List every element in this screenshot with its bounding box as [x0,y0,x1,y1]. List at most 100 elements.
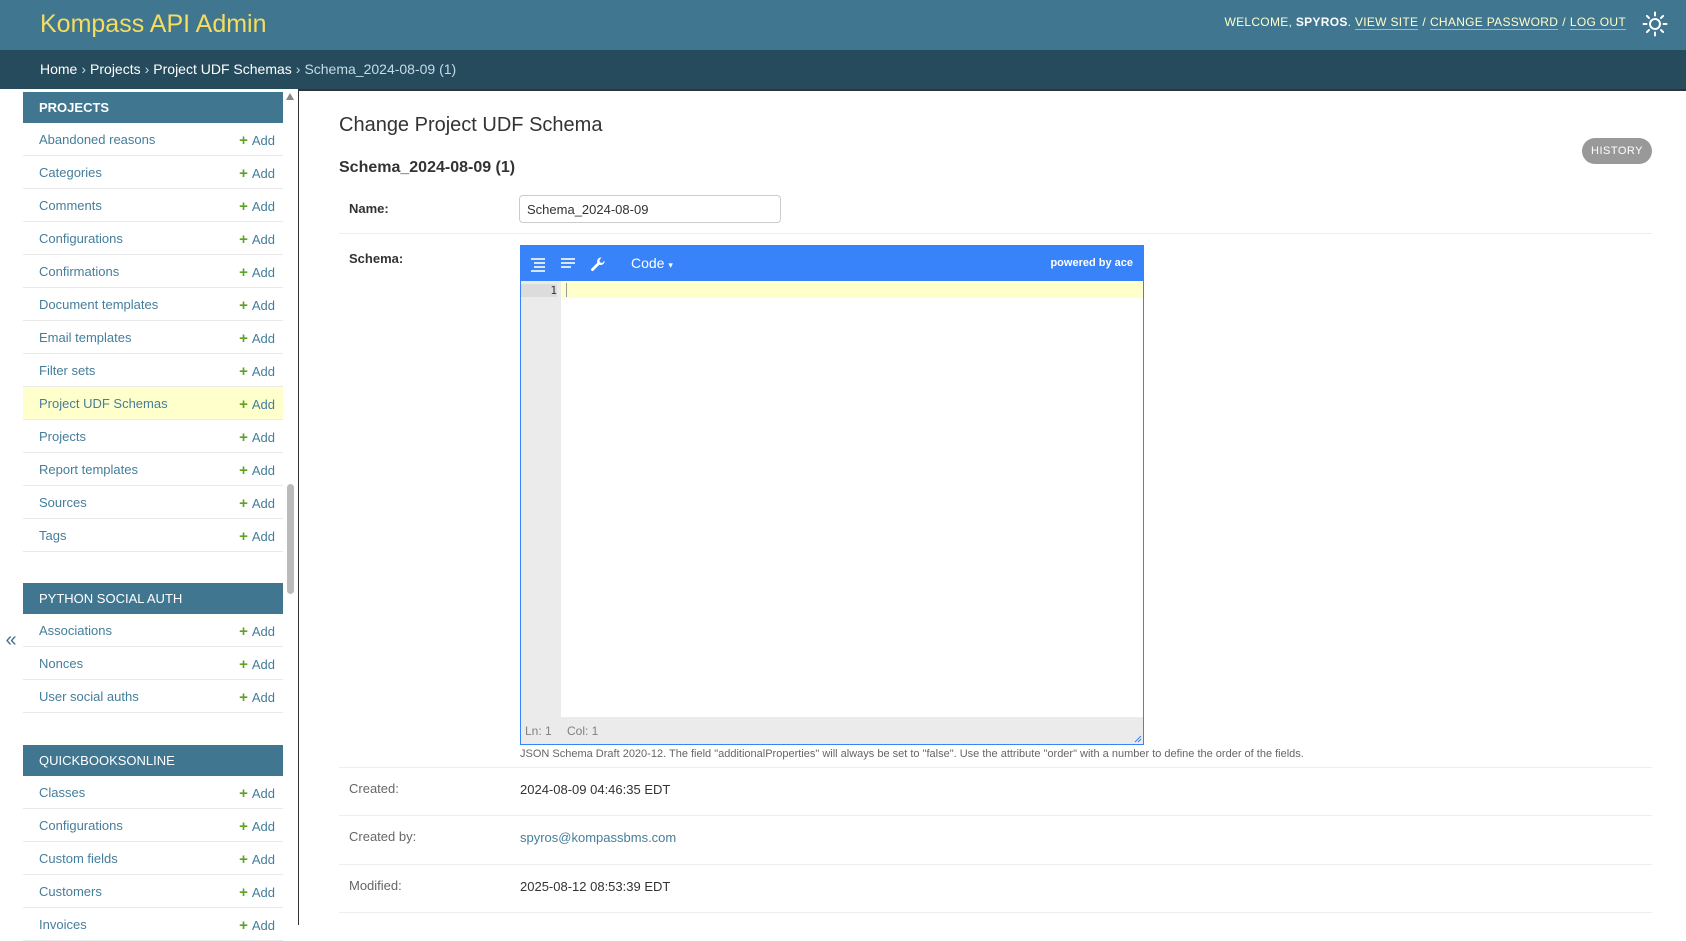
add-link[interactable]: + Add [239,297,275,314]
theme-toggle-sun-icon[interactable] [1642,11,1668,37]
add-link[interactable]: + Add [239,689,275,706]
separator: / [1422,15,1426,29]
sidebar-item-link[interactable]: Tags [39,528,66,543]
add-label: Add [251,786,275,801]
add-link[interactable]: + Add [239,528,275,545]
sidebar-item-link[interactable]: Confirmations [39,264,119,279]
add-link[interactable]: + Add [239,656,275,673]
sidebar-item-link[interactable]: Custom fields [39,851,118,866]
add-label: Add [251,657,275,672]
powered-by-ace[interactable]: powered by ace [1050,257,1133,269]
add-link[interactable]: + Add [239,495,275,512]
sidebar-item-link[interactable]: Comments [39,198,102,213]
sidebar-item-link[interactable]: Configurations [39,818,123,833]
breadcrumb-separator: › [144,61,150,77]
sidebar-item-configurations: Configurations + Add [23,809,283,842]
sidebar-item-link[interactable]: Configurations [39,231,123,246]
scroll-up-arrow-icon[interactable] [286,93,294,100]
app-caption-python-social-auth[interactable]: Python Social Auth [23,583,283,614]
resize-grip-icon[interactable] [1134,735,1142,743]
breadcrumb-home[interactable]: Home [40,61,77,77]
view-site-link[interactable]: View site [1354,15,1419,30]
sidebar-item-confirmations: Confirmations + Add [23,255,283,288]
add-link[interactable]: + Add [239,917,275,934]
divider [339,815,1652,816]
breadcrumb-schemas[interactable]: Project UDF Schemas [153,61,291,77]
sidebar-scrollbar-thumb[interactable] [287,484,294,594]
sidebar-item-link[interactable]: Report templates [39,462,138,477]
plus-icon: + [239,363,248,380]
compact-json-icon[interactable] [559,255,577,273]
modified-value: 2025-08-12 08:53:39 EDT [520,879,671,894]
sidebar-item-link[interactable]: Abandoned reasons [39,132,155,147]
plus-icon: + [239,818,248,835]
site-header: Kompass API Admin Welcome, Spyros. View … [0,0,1686,50]
add-link[interactable]: + Add [239,231,275,248]
breadcrumb: Home › Projects › Project UDF Schemas › Schema… [0,50,1686,89]
app-python-social-auth: Python Social Auth Associations + Add Nonce… [23,583,283,713]
add-link[interactable]: + Add [239,396,275,413]
add-link[interactable]: + Add [239,165,275,182]
add-link[interactable]: + Add [239,429,275,446]
modified-label: Modified: [349,878,402,893]
add-link[interactable]: + Add [239,363,275,380]
page-title: Change Project UDF Schema [339,114,603,136]
plus-icon: + [239,851,248,868]
history-button[interactable]: History [1582,138,1652,164]
add-link[interactable]: + Add [239,623,275,640]
plus-icon: + [239,297,248,314]
json-editor[interactable]: Code ▾ powered by ace 1 Ln: 1 Col: 1 [520,245,1144,745]
name-input[interactable] [519,195,781,223]
app-caption-projects[interactable]: Projects [23,92,283,123]
created-by-link[interactable]: spyros@kompassbms.com [520,830,676,845]
format-json-icon[interactable] [529,255,547,273]
sidebar-item-configurations: Configurations + Add [23,222,283,255]
add-link[interactable]: + Add [239,818,275,835]
app-caption-quickbooksonline[interactable]: Quickbooksonline [23,745,283,776]
breadcrumb-separator: › [295,61,301,77]
add-link[interactable]: + Add [239,785,275,802]
sidebar-item-link[interactable]: Associations [39,623,112,638]
add-link[interactable]: + Add [239,132,275,149]
created-by-value: spyros@kompassbms.com [520,830,676,845]
add-label: Add [251,232,275,247]
sidebar-item-link[interactable]: Categories [39,165,102,180]
add-link[interactable]: + Add [239,198,275,215]
created-by-label: Created by: [349,829,417,844]
repair-wrench-icon[interactable] [589,255,607,273]
add-label: Add [251,265,275,280]
editor-statusbar: Ln: 1 Col: 1 [521,717,1143,744]
mode-selector[interactable]: Code ▾ [631,255,673,271]
add-link[interactable]: + Add [239,884,275,901]
plus-icon: + [239,656,248,673]
add-link[interactable]: + Add [239,330,275,347]
breadcrumb-projects[interactable]: Projects [90,61,141,77]
log-out-link[interactable]: Log out [1569,15,1626,30]
sidebar-item-link[interactable]: Sources [39,495,87,510]
add-label: Add [251,199,275,214]
add-link[interactable]: + Add [239,462,275,479]
plus-icon: + [239,462,248,479]
change-password-link[interactable]: Change password [1429,15,1559,30]
toggle-nav-sidebar-button[interactable]: « [0,629,22,659]
sidebar-item-email-templates: Email templates + Add [23,321,283,354]
editor-gutter: 1 [521,281,561,717]
sidebar-item-link[interactable]: Filter sets [39,363,95,378]
plus-icon: + [239,623,248,640]
add-link[interactable]: + Add [239,851,275,868]
sidebar-item-filter-sets: Filter sets + Add [23,354,283,387]
breadcrumb-current: Schema_2024-08-09 (1) [304,61,457,77]
sidebar-item-categories: Categories + Add [23,156,283,189]
sidebar-item-link[interactable]: Customers [39,884,102,899]
divider [339,864,1652,865]
sidebar-item-link[interactable]: User social auths [39,689,139,704]
add-link[interactable]: + Add [239,264,275,281]
sidebar-item-link[interactable]: Project UDF Schemas [39,396,168,411]
sidebar-item-link[interactable]: Classes [39,785,85,800]
sidebar-item-link[interactable]: Email templates [39,330,131,345]
sidebar-item-link[interactable]: Document templates [39,297,158,312]
sidebar-item-comments: Comments + Add [23,189,283,222]
site-brand[interactable]: Kompass API Admin [40,10,267,39]
sidebar-item-link[interactable]: Projects [39,429,86,444]
sidebar-item-link[interactable]: Nonces [39,656,83,671]
